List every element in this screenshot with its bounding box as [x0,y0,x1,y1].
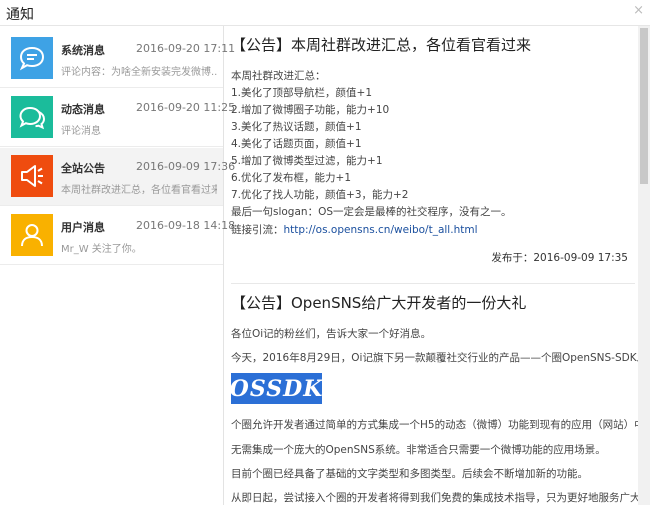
sidebar-item-system[interactable]: 系统消息 2016-09-20 17:11 评论内容：为啥全新安装完发微博... [0,30,235,88]
item-preview: Mr_W 关注了你。 [61,244,142,255]
chat-bubbles-icon [11,96,53,138]
post-line: 4.美化了话题页面，颜值+1 [231,138,362,150]
sidebar-item-dynamic[interactable]: 动态消息 2016-09-20 11:25 评论消息 [0,89,235,147]
post-link-line: 链接引流：http://os.opensns.cn/weibo/t_all.ht… [231,222,477,237]
link-prefix: 链接引流： [231,224,284,236]
post-line: 各位Oi记的粉丝们，告诉大家一个好消息。 [231,328,432,340]
scrollbar-thumb[interactable] [640,28,648,184]
post-line: 今天，2016年8月29日，Oi记旗下另一款颠覆社交行业的产品——个圈OpenS… [231,352,638,364]
logo-text: OSSDK [229,375,324,402]
post-title: 【公告】本周社群改进汇总，各位看官看过来 [231,36,532,54]
item-time: 2016-09-20 17:11 [136,42,236,55]
announcement-post: 【公告】OpenSNS给广大开发者的一份大礼 各位Oi记的粉丝们，告诉大家一个好… [230,292,638,504]
post-line: 1.美化了顶部导航栏，颜值+1 [231,87,372,99]
dialog-title: 通知 [6,7,34,23]
post-line: 5.增加了微博类型过滤，能力+1 [231,155,383,167]
chat-bubble-icon [11,37,53,79]
sidebar-item-announcement[interactable]: 全站公告 2016-09-09 17:36 本周社群改进汇总，各位看官看过来 [0,148,235,206]
user-icon [11,214,53,256]
notification-sidebar: 系统消息 2016-09-20 17:11 评论内容：为啥全新安装完发微博...… [0,26,235,505]
post-line: 2.增加了微博圈子功能，能力+10 [231,104,390,116]
item-name: 动态消息 [61,103,105,116]
item-name: 系统消息 [61,44,105,57]
post-line: 7.优化了找人功能，颜值+3，能力+2 [231,189,409,201]
post-title: 【公告】OpenSNS给广大开发者的一份大礼 [231,294,527,312]
dialog-header: 通知 × [0,0,650,26]
publish-date: 发布于：2016-09-09 17:35 [491,252,628,264]
item-time: 2016-09-20 11:25 [136,101,236,114]
announcement-post: 【公告】本周社群改进汇总，各位看官看过来 本周社群改进汇总： 1.美化了顶部导航… [231,34,635,236]
announcement-content: 【公告】本周社群改进汇总，各位看官看过来 本周社群改进汇总： 1.美化了顶部导航… [225,26,638,505]
post-line: 本周社群改进汇总： [231,70,326,82]
ossdk-logo: OSSDK [229,373,324,404]
post-line: 无需集成一个庞大的OpenSNS系统。非常适合只需要一个微博功能的应用场景。 [231,444,606,456]
sidebar-item-user[interactable]: 用户消息 2016-09-18 14:18 Mr_W 关注了你。 [0,207,235,265]
item-time: 2016-09-18 14:18 [136,219,236,232]
post-line: 最后一句slogan：OS一定会是最棒的社交程序，没有之一。 [231,206,512,218]
post-line: 6.优化了发布框，能力+1 [231,172,351,184]
item-name: 全站公告 [61,162,105,175]
post-line: 目前个圈已经具备了基础的文字类型和多图类型。后续会不断增加新的功能。 [231,468,588,480]
post-link[interactable]: http://os.opensns.cn/weibo/t_all.html [284,224,478,236]
item-name: 用户消息 [61,221,105,234]
close-icon[interactable]: × [633,3,644,18]
post-line: 个圈允许开发者通过简单的方式集成一个H5的动态（微博）功能到现有的应用（网站）中… [231,419,638,431]
item-preview: 评论消息 [61,126,101,137]
post-line: 3.美化了热议话题，颜值+1 [231,121,362,133]
item-time: 2016-09-09 17:36 [136,160,236,173]
item-preview: 评论内容：为啥全新安装完发微博... [61,67,217,78]
post-divider [231,283,635,284]
post-line: 从即日起，尝试接入个圈的开发者将得到我们免费的集成技术指导，只为更好地服务广大开… [231,492,638,504]
item-preview: 本周社群改进汇总，各位看官看过来 [61,185,217,196]
content-scrollbar[interactable] [638,26,650,505]
megaphone-icon [11,155,53,197]
